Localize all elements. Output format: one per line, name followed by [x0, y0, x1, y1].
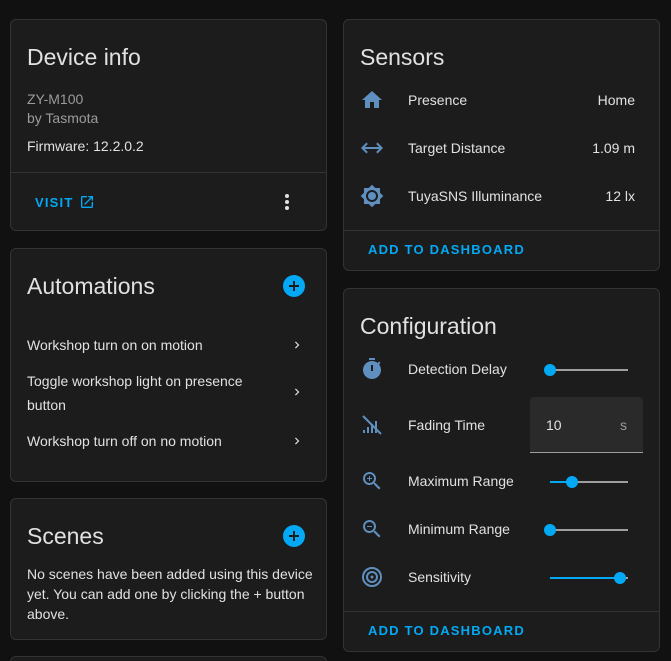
- configuration-card: Configuration Detection Delay Fading Tim…: [343, 288, 660, 652]
- config-name: Minimum Range: [408, 521, 510, 537]
- add-automation-button[interactable]: [283, 275, 305, 297]
- sensor-value: Home: [597, 92, 635, 108]
- automation-label: Workshop turn off on no motion: [27, 433, 222, 449]
- device-info-card: Device info ZY-M100 by Tasmota Firmware:…: [10, 19, 327, 231]
- add-scene-button[interactable]: [283, 525, 305, 547]
- slider-thumb[interactable]: [566, 476, 578, 488]
- slider-thumb[interactable]: [544, 364, 556, 376]
- more-options-icon[interactable]: [275, 190, 299, 214]
- device-firmware: Firmware: 12.2.0.2: [27, 138, 144, 154]
- sensor-name: TuyaSNS Illuminance: [408, 188, 543, 204]
- scenes-empty-text: above.: [27, 606, 70, 622]
- config-name: Maximum Range: [408, 473, 514, 489]
- sensor-name: Target Distance: [408, 140, 506, 156]
- brightness-icon: [360, 184, 384, 208]
- fading-time-input[interactable]: 10 s: [530, 397, 643, 453]
- scenes-card: Scenes No scenes have been added using t…: [10, 498, 327, 640]
- scenes-empty-text: No scenes have been added using this dev…: [27, 566, 313, 582]
- sensor-value: 1.09 m: [592, 140, 635, 156]
- sensor-value: 12 lx: [605, 188, 635, 204]
- sensor-row-presence[interactable]: Presence Home: [344, 88, 659, 112]
- card-title: Automations: [27, 273, 155, 299]
- list-item[interactable]: Workshop turn on on motion: [11, 329, 326, 361]
- add-to-dashboard-button[interactable]: ADD TO DASHBOARD: [368, 623, 525, 638]
- magnify-minus-icon: [360, 517, 384, 541]
- divider: [344, 230, 659, 231]
- automation-label-line1: Toggle workshop light on presence: [27, 373, 243, 389]
- config-name: Detection Delay: [408, 361, 507, 377]
- sensors-card: Sensors Presence Home Target Distance 1.…: [343, 19, 660, 271]
- device-model: ZY-M100: [27, 91, 84, 107]
- arrow-left-right-icon: [360, 136, 384, 160]
- detection-delay-slider[interactable]: [544, 362, 628, 378]
- config-name: Sensitivity: [408, 569, 472, 585]
- config-name: Fading Time: [408, 417, 486, 433]
- automations-card: Automations Workshop turn on on motion T…: [10, 248, 327, 482]
- card-title: Scenes: [27, 523, 104, 549]
- add-to-dashboard-button[interactable]: ADD TO DASHBOARD: [368, 242, 525, 257]
- slider-thumb[interactable]: [544, 524, 556, 536]
- visit-label: VISIT: [35, 195, 74, 210]
- divider: [11, 172, 326, 173]
- next-card: [10, 656, 327, 661]
- visit-link[interactable]: VISIT: [35, 194, 115, 210]
- home-icon: [360, 88, 384, 112]
- signal-off-icon: [360, 413, 384, 437]
- automation-label-line2: button: [27, 397, 66, 413]
- divider: [344, 611, 659, 612]
- card-title: Device info: [27, 44, 141, 70]
- slider-thumb[interactable]: [614, 572, 626, 584]
- card-title: Configuration: [360, 313, 497, 339]
- chevron-right-icon: [290, 434, 304, 448]
- device-manufacturer: by Tasmota: [27, 110, 99, 126]
- fading-time-unit: s: [620, 417, 627, 433]
- chevron-right-icon: [290, 338, 304, 352]
- card-title: Sensors: [360, 44, 445, 70]
- minimum-range-slider[interactable]: [544, 522, 628, 538]
- magnify-plus-icon: [360, 469, 384, 493]
- sensor-row-target-distance[interactable]: Target Distance 1.09 m: [344, 136, 659, 160]
- maximum-range-slider[interactable]: [550, 474, 628, 490]
- scenes-empty-text: yet. You can add one by clicking the + b…: [27, 586, 305, 602]
- list-item[interactable]: Toggle workshop light on presence button: [11, 365, 326, 417]
- chevron-right-icon: [290, 385, 304, 399]
- sensitivity-slider[interactable]: [550, 570, 628, 586]
- automation-label: Workshop turn on on motion: [27, 337, 203, 353]
- timer-icon: [360, 357, 384, 381]
- fading-time-value: 10: [546, 417, 562, 433]
- target-icon: [360, 565, 384, 589]
- sensor-name: Presence: [408, 92, 468, 108]
- open-in-new-icon: [79, 194, 95, 210]
- list-item[interactable]: Workshop turn off on no motion: [11, 425, 326, 457]
- sensor-row-illuminance[interactable]: TuyaSNS Illuminance 12 lx: [344, 184, 659, 208]
